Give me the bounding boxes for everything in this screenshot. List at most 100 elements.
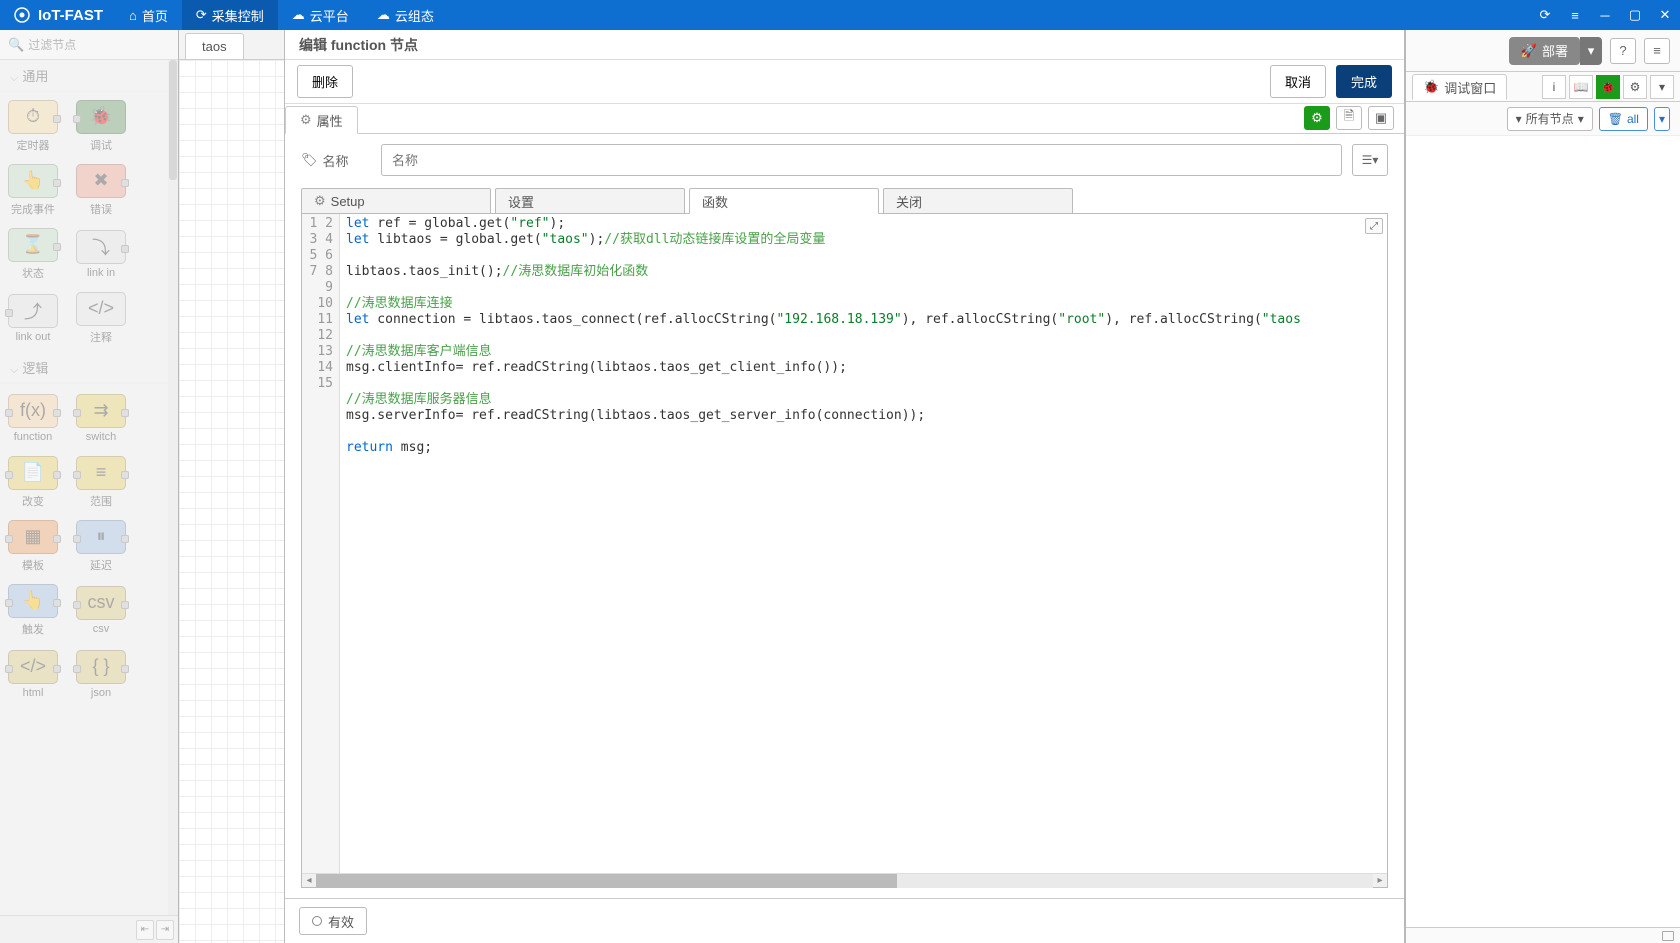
palette-search: 🔍 bbox=[0, 30, 178, 60]
sidebar-footer bbox=[1406, 927, 1680, 943]
debug-tab-button[interactable]: 🐞 bbox=[1596, 75, 1620, 99]
scroll-right-arrow[interactable]: ▸ bbox=[1373, 875, 1387, 886]
window-controls: ⟳ ≡ ─ ▢ ✕ bbox=[1530, 0, 1680, 30]
node-complete[interactable]: 👆完成事件 bbox=[4, 162, 62, 218]
editor-title: 编辑 function 节点 bbox=[285, 30, 1404, 60]
tab-setup[interactable]: ⚙Setup bbox=[301, 188, 491, 214]
more-tab-button[interactable]: ▾ bbox=[1650, 75, 1674, 99]
node-status[interactable]: ⌛状态 bbox=[4, 226, 62, 282]
node-template[interactable]: ▦模板 bbox=[4, 518, 62, 574]
palette-collapse-out-button[interactable]: ⇥ bbox=[156, 920, 174, 940]
debug-filters: ▾所有节点 ▾ 🗑all ▾ bbox=[1406, 102, 1680, 136]
node-link-out[interactable]: ⤴link out bbox=[4, 290, 62, 346]
editor-property-tabs: ⚙属性 ⚙ 🗎 ▣ bbox=[285, 104, 1404, 134]
menu-button[interactable]: ≡ bbox=[1560, 0, 1590, 30]
filter-dropdown[interactable]: ▾ bbox=[1654, 107, 1670, 131]
main-nav: ⌂首页 ⟳采集控制 ☁云平台 ☁云组态 bbox=[115, 0, 448, 30]
palette-search-input[interactable] bbox=[28, 38, 183, 52]
code-hscrollbar[interactable]: ◂ ▸ bbox=[302, 873, 1387, 887]
node-csv[interactable]: csvcsv bbox=[72, 582, 130, 638]
name-dropdown[interactable]: ☰▾ bbox=[1352, 144, 1388, 176]
help-tab-button[interactable]: 📖 bbox=[1569, 75, 1593, 99]
docs-button[interactable]: 🗎 bbox=[1336, 106, 1362, 130]
maximize-button[interactable]: ▢ bbox=[1620, 0, 1650, 30]
tab-function[interactable]: 函数 bbox=[689, 188, 879, 214]
line-gutter: 1 2 3 4 5 6 7 8 9 10 11 12 13 14 15 bbox=[302, 214, 340, 873]
node-link-in[interactable]: ⤵link in bbox=[72, 226, 130, 282]
bug-icon: 🐞 bbox=[1423, 79, 1439, 95]
node-debug[interactable]: 🐞调试 bbox=[72, 98, 130, 154]
palette-collapse-in-button[interactable]: ⇤ bbox=[136, 920, 154, 940]
name-label: 🏷名称 bbox=[301, 151, 371, 170]
node-delay[interactable]: ⏸延迟 bbox=[72, 518, 130, 574]
category-common[interactable]: 通用 bbox=[0, 60, 178, 92]
delete-button[interactable]: 删除 bbox=[297, 65, 353, 98]
help-button[interactable]: ? bbox=[1610, 38, 1636, 64]
palette-scrollbar[interactable] bbox=[168, 60, 178, 915]
deploy-button[interactable]: 🚀部署 bbox=[1509, 37, 1580, 65]
sidebar-resize-handle[interactable] bbox=[1662, 931, 1674, 941]
filter-clear-all[interactable]: 🗑all bbox=[1599, 107, 1648, 131]
sidebar-tabs: 🐞调试窗口 i 📖 🐞 ⚙ ▾ bbox=[1406, 72, 1680, 102]
nav-hmi[interactable]: ☁云组态 bbox=[363, 0, 448, 30]
cloud-icon: ☁ bbox=[292, 7, 305, 23]
hamburger-button[interactable]: ≡ bbox=[1644, 38, 1670, 64]
close-button[interactable]: ✕ bbox=[1650, 0, 1680, 30]
appearance-button[interactable]: ▣ bbox=[1368, 106, 1394, 130]
node-change[interactable]: 📄改变 bbox=[4, 454, 62, 510]
node-function[interactable]: f(x)function bbox=[4, 390, 62, 446]
nav-collect[interactable]: ⟳采集控制 bbox=[182, 0, 278, 30]
node-html[interactable]: </>html bbox=[4, 646, 62, 702]
editor-actions: 删除 取消 完成 bbox=[285, 60, 1404, 104]
done-button[interactable]: 完成 bbox=[1336, 65, 1392, 98]
tab-properties[interactable]: ⚙属性 bbox=[285, 106, 358, 134]
minimize-button[interactable]: ─ bbox=[1590, 0, 1620, 30]
node-switch[interactable]: ⇉switch bbox=[72, 390, 130, 446]
node-range[interactable]: ≡范围 bbox=[72, 454, 130, 510]
cancel-button[interactable]: 取消 bbox=[1270, 65, 1326, 98]
editor-footer: 有效 bbox=[285, 898, 1404, 943]
app-logo: IoT-FAST bbox=[0, 5, 115, 25]
flow-tab[interactable]: taos bbox=[185, 33, 244, 59]
enable-toggle[interactable]: 有效 bbox=[299, 907, 367, 935]
app-header: IoT-FAST ⌂首页 ⟳采集控制 ☁云平台 ☁云组态 ⟳ ≡ ─ ▢ ✕ bbox=[0, 0, 1680, 30]
expand-editor-button[interactable]: ⤢ bbox=[1365, 218, 1383, 234]
palette-footer: ⇤ ⇥ bbox=[0, 915, 178, 943]
nav-home[interactable]: ⌂首页 bbox=[115, 0, 182, 30]
rocket-icon: 🚀 bbox=[1521, 43, 1537, 59]
common-nodes: ⏱定时器 🐞调试 👆完成事件 ✖错误 ⌛状态 ⤵link in ⤴link ou… bbox=[0, 92, 178, 352]
logo-icon bbox=[12, 5, 32, 25]
name-input[interactable] bbox=[381, 144, 1342, 176]
debug-content bbox=[1406, 136, 1680, 927]
refresh-button[interactable]: ⟳ bbox=[1530, 0, 1560, 30]
info-tab-button[interactable]: i bbox=[1542, 75, 1566, 99]
category-logic[interactable]: 逻辑 bbox=[0, 352, 178, 384]
node-json[interactable]: { }json bbox=[72, 646, 130, 702]
palette-body: 通用 ⏱定时器 🐞调试 👆完成事件 ✖错误 ⌛状态 ⤵link in ⤴link… bbox=[0, 60, 178, 915]
tab-close[interactable]: 关闭 bbox=[883, 188, 1073, 214]
node-trigger[interactable]: 👆触发 bbox=[4, 582, 62, 638]
deploy-dropdown[interactable]: ▾ bbox=[1580, 37, 1602, 65]
collect-icon: ⟳ bbox=[196, 7, 207, 23]
filter-all-nodes[interactable]: ▾所有节点 ▾ bbox=[1507, 107, 1593, 131]
circle-icon bbox=[312, 916, 322, 926]
tab-settings[interactable]: 设置 bbox=[495, 188, 685, 214]
scroll-left-arrow[interactable]: ◂ bbox=[302, 875, 316, 886]
node-inject[interactable]: ⏱定时器 bbox=[4, 98, 62, 154]
nav-cloud[interactable]: ☁云平台 bbox=[278, 0, 363, 30]
code-editor[interactable]: ⤢ 1 2 3 4 5 6 7 8 9 10 11 12 13 14 15 le… bbox=[301, 213, 1388, 888]
gear-icon: ⚙ bbox=[300, 112, 312, 128]
code-tabs: ⚙Setup 设置 函数 关闭 bbox=[285, 182, 1404, 214]
sidebar-topbar: 🚀部署 ▾ ? ≡ bbox=[1406, 30, 1680, 72]
env-button[interactable]: ⚙ bbox=[1304, 106, 1330, 130]
code-content[interactable]: let ref = global.get("ref"); let libtaos… bbox=[340, 214, 1387, 873]
node-palette: 🔍 通用 ⏱定时器 🐞调试 👆完成事件 ✖错误 ⌛状态 ⤵link in ⤴li… bbox=[0, 30, 179, 943]
config-tab-button[interactable]: ⚙ bbox=[1623, 75, 1647, 99]
gear-icon: ⚙ bbox=[314, 193, 326, 209]
tag-icon: 🏷 bbox=[301, 152, 318, 168]
tab-debug[interactable]: 🐞调试窗口 bbox=[1412, 74, 1507, 100]
node-catch[interactable]: ✖错误 bbox=[72, 162, 130, 218]
logic-nodes: f(x)function ⇉switch 📄改变 ≡范围 ▦模板 ⏸延迟 👆触发… bbox=[0, 384, 178, 708]
main-area: 🔍 通用 ⏱定时器 🐞调试 👆完成事件 ✖错误 ⌛状态 ⤵link in ⤴li… bbox=[0, 30, 1680, 943]
node-comment[interactable]: </>注释 bbox=[72, 290, 130, 346]
